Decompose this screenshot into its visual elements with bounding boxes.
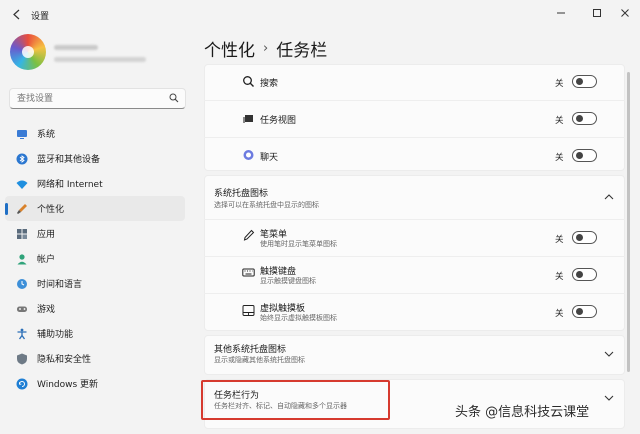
active-indicator (5, 203, 8, 215)
sidebar-item-accounts[interactable]: 帐户 (0, 246, 190, 271)
avatar[interactable] (10, 34, 46, 70)
pen-icon (243, 229, 255, 241)
user-name-blurred (54, 45, 98, 50)
chevron-down-icon[interactable] (604, 394, 614, 402)
bluetooth-icon (16, 153, 28, 165)
chevron-up-icon[interactable] (604, 193, 614, 201)
wifi-icon (16, 180, 28, 189)
breadcrumb-parent[interactable]: 个性化 (204, 36, 255, 61)
accessibility-icon (17, 328, 27, 340)
taskbar-item-search-label: 搜索 (260, 79, 279, 89)
chevron-right-icon: › (263, 41, 269, 56)
toggle-state-text: 关 (555, 272, 564, 282)
sidebar-item-gaming[interactable]: 游戏 (0, 296, 190, 321)
minimize-button[interactable] (550, 5, 572, 21)
watermark: 头条 @信息科技云课堂 (455, 405, 590, 420)
sidebar-item-label: 蓝牙和其他设备 (37, 155, 101, 165)
toggle-state-text: 关 (555, 153, 564, 163)
toggle-state-text: 关 (555, 309, 564, 319)
divider (204, 219, 625, 220)
sidebar-item-label: Windows 更新 (37, 380, 99, 390)
minimize-icon (557, 12, 565, 14)
maximize-icon (593, 9, 601, 17)
sidebar-item-privacy[interactable]: 隐私和安全性 (0, 346, 190, 371)
shield-icon (17, 353, 27, 365)
sidebar-item-bluetooth[interactable]: 蓝牙和其他设备 (0, 146, 190, 171)
touch-keyboard-toggle[interactable] (572, 268, 597, 281)
divider (204, 137, 625, 138)
maximize-button[interactable] (586, 5, 608, 21)
task-view-icon (243, 115, 253, 123)
breadcrumb: 个性化 › 任务栏 (204, 36, 327, 61)
touch-keyboard-sub: 显示触摸键盘图标 (260, 277, 316, 285)
tray-icons-subtitle: 选择可以在系统托盘中显示的图标 (214, 201, 319, 209)
toggle-state-text: 关 (555, 79, 564, 89)
taskbar-item-chat-label: 聊天 (260, 153, 279, 163)
toggle-state-text: 关 (555, 116, 564, 126)
chat-toggle[interactable] (572, 149, 597, 162)
sidebar-item-network[interactable]: 网络和 Internet (0, 171, 190, 196)
brush-icon (17, 204, 27, 214)
divider (204, 293, 625, 294)
sidebar-item-label: 游戏 (37, 305, 56, 315)
sidebar-nav: 系统 蓝牙和其他设备 网络和 Internet 个性化 应用 帐户 时间和语言 … (0, 121, 190, 396)
search-toggle[interactable] (572, 75, 597, 88)
back-arrow-icon[interactable] (12, 9, 22, 20)
pen-menu-toggle[interactable] (572, 231, 597, 244)
window-title: 设置 (31, 12, 50, 22)
gamepad-icon (17, 306, 27, 312)
taskbar-item-taskview-label: 任务视图 (260, 116, 297, 126)
title-bar: 设置 (0, 0, 640, 28)
virtual-touchpad-toggle[interactable] (572, 305, 597, 318)
person-icon (17, 254, 27, 265)
chat-icon (243, 150, 254, 160)
sidebar-item-accessibility[interactable]: 辅助功能 (0, 321, 190, 346)
globe-clock-icon (17, 279, 27, 289)
other-tray-subtitle: 显示或隐藏其他系统托盘图标 (214, 356, 305, 364)
scrollbar[interactable] (627, 72, 630, 372)
sidebar-item-label: 时间和语言 (37, 280, 83, 290)
apps-icon (17, 229, 27, 239)
page-title: 任务栏 (276, 41, 328, 61)
user-email-blurred (54, 57, 146, 62)
toggle-state-text: 关 (555, 235, 564, 245)
chevron-down-icon[interactable] (604, 350, 614, 358)
sidebar-item-label: 隐私和安全性 (37, 355, 92, 365)
close-button[interactable] (614, 5, 636, 21)
sidebar-item-system[interactable]: 系统 (0, 121, 190, 146)
pen-menu-sub: 使用笔时显示笔菜单图标 (260, 240, 337, 248)
update-icon (16, 378, 28, 390)
touchpad-icon (242, 305, 255, 316)
search-input[interactable] (9, 88, 186, 109)
sidebar-item-apps[interactable]: 应用 (0, 221, 190, 246)
sidebar-item-label: 系统 (37, 130, 56, 140)
sidebar-item-time-language[interactable]: 时间和语言 (0, 271, 190, 296)
sidebar-item-label: 个性化 (37, 205, 65, 215)
close-icon (621, 9, 629, 17)
tray-icons-title: 系统托盘图标 (214, 189, 269, 199)
annotation-highlight-box (201, 380, 390, 420)
search-icon[interactable] (169, 93, 179, 103)
divider (204, 256, 625, 257)
virtual-touchpad-sub: 始终显示虚拟触摸板图标 (260, 314, 337, 322)
other-tray-title: 其他系统托盘图标 (214, 345, 287, 355)
task-view-toggle[interactable] (572, 112, 597, 125)
sidebar-item-label: 帐户 (37, 255, 56, 265)
sidebar-item-windows-update[interactable]: Windows 更新 (0, 371, 190, 396)
search-icon (243, 76, 254, 87)
monitor-icon (17, 130, 27, 139)
divider (204, 100, 625, 101)
sidebar-item-label: 应用 (37, 230, 56, 240)
keyboard-icon (242, 268, 255, 277)
sidebar-item-label: 网络和 Internet (37, 180, 103, 190)
sidebar-item-label: 辅助功能 (37, 330, 74, 340)
sidebar-item-personalization[interactable]: 个性化 (5, 196, 185, 221)
